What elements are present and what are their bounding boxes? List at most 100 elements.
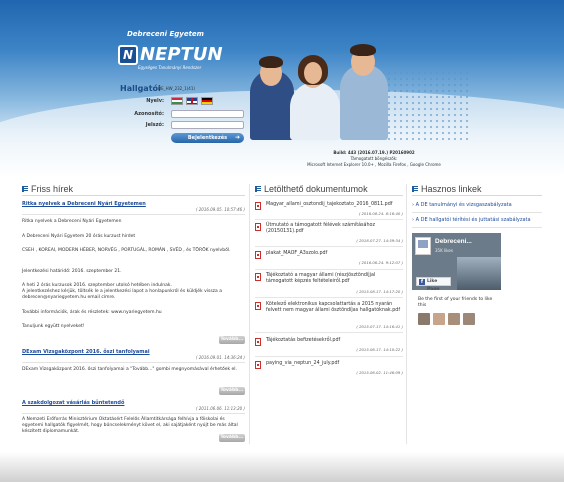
news-text: Jelentkezési határidő: 2016. szeptember … <box>22 269 122 274</box>
useful-link-label[interactable]: A DE hallgatói térítési és juttatási sza… <box>416 217 531 223</box>
list-icon <box>22 185 28 192</box>
document-date: ( 2015.06.02. 11:46:09 ) <box>356 370 403 375</box>
news-item-date: ( 2016.09.01. 14:36:24 ) <box>195 355 245 360</box>
footer-fade <box>0 452 564 482</box>
list-icon <box>255 185 261 192</box>
more-button[interactable]: Tovább... <box>219 434 245 442</box>
news-item: A szakdolgozat vásárlás bűntetendő ( 201… <box>22 400 245 411</box>
news-title: Friss hírek <box>31 183 74 194</box>
document-item[interactable]: Kötelező elektronikus kapcsolattartás a … <box>255 302 403 332</box>
news-item: Ritka nyelvek a Debreceni Nyári Egyeteme… <box>22 201 245 212</box>
document-date: ( 2016.08.24. 8:16:40 ) <box>358 211 403 216</box>
document-item[interactable]: paying_via_neptun_24_july.pdf ( 2015.06.… <box>255 361 403 378</box>
docs-header: Letölthető dokumentumok <box>255 184 403 196</box>
news-column: Friss hírek <box>22 184 245 196</box>
build-info: Build: 443 (2016.07.19.) P20160902 Támog… <box>300 150 448 168</box>
document-name[interactable]: Kötelező elektronikus kapcsolattartás a … <box>266 302 401 314</box>
section-title: Hallgatói <box>120 84 161 93</box>
news-item-date: ( 2016.09.05. 10:57:46 ) <box>195 207 245 212</box>
divider <box>255 297 403 298</box>
news-text: További információk, árak és részletek: … <box>22 310 162 315</box>
language-label: Nyelv: <box>146 98 164 104</box>
avatar[interactable] <box>448 313 460 325</box>
pdf-icon <box>255 223 261 231</box>
fb-page-title[interactable]: Debreceni... <box>435 238 472 245</box>
arrow-right-icon: ➜ <box>234 134 240 141</box>
password-input[interactable] <box>171 121 244 129</box>
news-text: DExam Vizsgaközpont 2016. őszi tanfolyam… <box>22 367 237 372</box>
fb-likes: 35K likes <box>435 248 453 253</box>
neptun-logo: N NEPTUN Egységes Tanulmányi Rendszer <box>118 44 223 74</box>
column-divider <box>249 184 250 444</box>
more-button[interactable]: Tovább... <box>219 336 245 344</box>
document-item[interactable]: plakat_MAOF_A3szolo.pdf ( 2016.06.24. 9:… <box>255 251 403 268</box>
avatar[interactable] <box>418 313 430 325</box>
flag-en-icon[interactable] <box>186 97 198 105</box>
pdf-icon <box>255 338 261 346</box>
news-text: Ritka nyelvek a Debreceni Nyári Egyeteme… <box>22 219 122 224</box>
news-item-date: ( 2011.06.06. 11:13:20 ) <box>195 406 245 411</box>
divider <box>255 269 403 270</box>
cover-photo <box>457 257 501 290</box>
news-text: A Nemzeti Erőforrás Minisztérium Oktatás… <box>22 417 238 434</box>
pdf-icon <box>255 302 261 310</box>
document-date: ( 2015.08.17. 14:17:20 ) <box>356 289 403 294</box>
document-item[interactable]: Útmutató a támogatott félévek számításáh… <box>255 223 403 246</box>
more-button[interactable]: Tovább... <box>219 387 245 395</box>
docs-column: Letölthető dokumentumok <box>255 184 403 196</box>
useful-link[interactable]: › A DE tanulmányi és vizsgaszabályzata <box>412 202 512 208</box>
login-button[interactable]: Bejelentkezés ➜ <box>171 133 244 143</box>
document-item[interactable]: Tájékoztató a magyar állami (részjösztön… <box>255 273 403 297</box>
like-page-button[interactable]: Like Page <box>416 277 451 290</box>
pdf-icon <box>255 251 261 259</box>
document-date: ( 2015.06.17. 14:10:22 ) <box>356 347 403 352</box>
flag-hu-icon[interactable] <box>171 97 183 105</box>
divider <box>255 246 403 247</box>
divider <box>22 214 245 215</box>
document-name[interactable]: plakat_MAOF_A3szolo.pdf <box>266 251 401 257</box>
links-column: Hasznos linkek <box>412 184 542 196</box>
news-text: A Debreceni Nyári Egyetem 20 órás kurzus… <box>22 234 136 239</box>
list-icon <box>412 185 418 192</box>
divider <box>255 356 403 357</box>
logo-word: NEPTUN <box>140 44 223 65</box>
header: Debreceni Egyetem N NEPTUN Egységes Tanu… <box>0 0 564 178</box>
divider <box>22 362 245 363</box>
username-label: Azonosító: <box>134 111 164 117</box>
document-date: ( 2016.06.24. 9:12:07 ) <box>358 260 403 265</box>
document-date: ( 2015.07.17. 14:16:41 ) <box>356 324 403 329</box>
students-photo <box>250 40 420 140</box>
username-input[interactable] <box>171 110 244 118</box>
fb-friends-text: Be the first of your friends to like thi… <box>418 297 493 308</box>
section-code: DE_HW_232_1(41) <box>158 86 195 91</box>
news-header: Friss hírek <box>22 184 245 196</box>
divider <box>412 227 542 228</box>
logo-tagline: Egységes Tanulmányi Rendszer <box>138 65 202 70</box>
facebook-widget[interactable]: Debreceni... 35K likes Like Page <box>412 233 501 290</box>
news-text: Tanuljunk együtt nyelveket! <box>22 324 85 329</box>
pdf-icon <box>255 273 261 281</box>
avatar[interactable] <box>463 313 475 325</box>
useful-link[interactable]: › A DE hallgatói térítési és juttatási s… <box>412 217 531 223</box>
document-item[interactable]: Magyar_allami_osztondij_tajekoztato_2016… <box>255 202 403 219</box>
document-name[interactable]: Útmutató a támogatott félévek számításáh… <box>266 223 401 235</box>
university-name: Debreceni Egyetem <box>127 30 204 38</box>
login-button-label: Bejelentkezés <box>187 135 228 141</box>
news-item: DExam Vizsgaközpont 2016. őszi tanfolyam… <box>22 349 245 360</box>
useful-link-label[interactable]: A DE tanulmányi és vizsgaszabályzata <box>416 202 512 208</box>
document-name[interactable]: Tájékoztató a magyar állami (részjösztön… <box>266 273 401 285</box>
divider <box>255 219 403 220</box>
document-name[interactable]: Tájékoztatás befizetésekről.pdf <box>266 338 401 344</box>
document-item[interactable]: Tájékoztatás befizetésekről.pdf ( 2015.0… <box>255 338 403 355</box>
avatar[interactable] <box>433 313 445 325</box>
pdf-icon <box>255 361 261 369</box>
document-name[interactable]: Magyar_allami_osztondij_tajekoztato_2016… <box>266 202 401 208</box>
news-text: A jelentkezéshez kérjük, töltsék le a je… <box>22 289 222 300</box>
links-header: Hasznos linkek <box>412 184 542 196</box>
document-name[interactable]: paying_via_neptun_24_july.pdf <box>266 361 401 367</box>
divider <box>412 212 542 213</box>
logo-box: N <box>118 45 138 65</box>
page-avatar <box>415 237 431 255</box>
password-label: Jelszó: <box>145 122 164 128</box>
flag-de-icon[interactable] <box>201 97 213 105</box>
